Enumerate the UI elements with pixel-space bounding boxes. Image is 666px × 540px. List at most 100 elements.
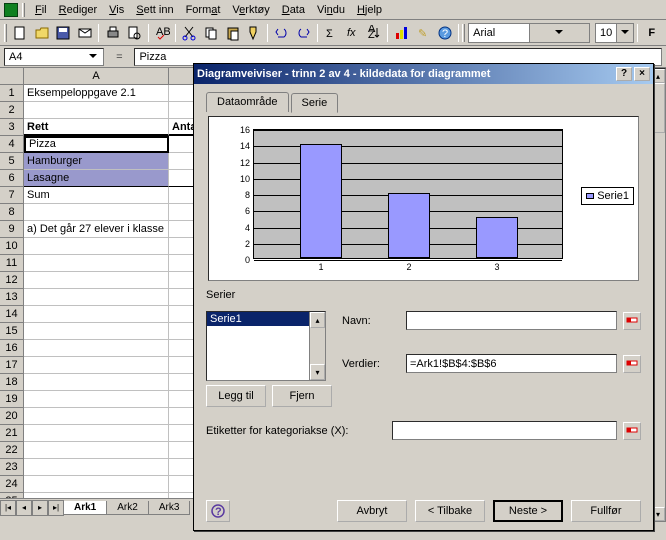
row-header[interactable]: 15 <box>0 323 24 340</box>
row-header[interactable]: 2 <box>0 102 24 119</box>
tab-last-button[interactable]: ▸| <box>48 500 64 516</box>
remove-series-button[interactable]: Fjern <box>272 385 332 407</box>
tab-next-button[interactable]: ▸ <box>32 500 48 516</box>
font-select[interactable]: Arial <box>468 23 590 43</box>
help-button[interactable]: ? <box>435 22 456 44</box>
finish-button[interactable]: Fullfør <box>571 500 641 522</box>
chart-wizard-button[interactable] <box>391 22 412 44</box>
sort-asc-button[interactable]: AZ <box>364 22 385 44</box>
row-header[interactable]: 13 <box>0 289 24 306</box>
autosum-button[interactable]: Σ <box>321 22 342 44</box>
close-button[interactable]: × <box>634 67 650 81</box>
cell[interactable] <box>24 323 169 340</box>
redo-button[interactable] <box>293 22 314 44</box>
font-size-select[interactable]: 10 <box>595 23 634 43</box>
next-button[interactable]: Neste > <box>493 500 563 522</box>
menu-window[interactable]: Vindu <box>311 2 351 18</box>
cell[interactable] <box>24 204 169 221</box>
cell[interactable] <box>24 476 169 493</box>
cell[interactable]: Pizza <box>24 136 169 153</box>
new-button[interactable] <box>10 22 31 44</box>
cell[interactable]: Sum <box>24 187 169 204</box>
tab-first-button[interactable]: |◂ <box>0 500 16 516</box>
sheet-tab-ark1[interactable]: Ark1 <box>63 501 107 515</box>
row-header[interactable]: 24 <box>0 476 24 493</box>
menu-format[interactable]: Format <box>180 2 227 18</box>
col-header-a[interactable]: A <box>24 68 169 84</box>
cell[interactable] <box>24 272 169 289</box>
row-header[interactable]: 21 <box>0 425 24 442</box>
cut-button[interactable] <box>179 22 200 44</box>
cell[interactable] <box>24 408 169 425</box>
cell[interactable]: a) Det går 27 elever i klasse <box>24 221 169 238</box>
row-header[interactable]: 3 <box>0 119 24 136</box>
help-titlebar-button[interactable]: ? <box>616 67 632 81</box>
row-header[interactable]: 11 <box>0 255 24 272</box>
sheet-tab-ark3[interactable]: Ark3 <box>148 501 191 515</box>
cell[interactable] <box>24 238 169 255</box>
tab-prev-button[interactable]: ◂ <box>16 500 32 516</box>
menu-data[interactable]: Data <box>276 2 311 18</box>
menu-help[interactable]: Hjelp <box>351 2 388 18</box>
cancel-button[interactable]: Avbryt <box>337 500 407 522</box>
save-button[interactable] <box>53 22 74 44</box>
menu-insert[interactable]: Sett inn <box>130 2 179 18</box>
cell[interactable] <box>24 306 169 323</box>
spellcheck-button[interactable]: ABC <box>152 22 173 44</box>
dialog-help-button[interactable]: ? <box>206 500 230 522</box>
row-header[interactable]: 7 <box>0 187 24 204</box>
cell[interactable]: Hamburger <box>24 153 169 170</box>
collapse-dialog-icon[interactable] <box>623 422 641 440</box>
cell[interactable]: Lasagne <box>24 170 169 187</box>
collapse-dialog-icon[interactable] <box>623 355 641 373</box>
paste-button[interactable] <box>222 22 243 44</box>
row-header[interactable]: 10 <box>0 238 24 255</box>
row-header[interactable]: 12 <box>0 272 24 289</box>
cell[interactable] <box>24 374 169 391</box>
cell[interactable]: Rett <box>24 119 169 136</box>
cell[interactable] <box>24 425 169 442</box>
tab-series[interactable]: Serie <box>291 93 339 113</box>
print-button[interactable] <box>102 22 123 44</box>
series-values-input[interactable]: =Ark1!$B$4:$B$6 <box>406 354 617 373</box>
bold-button[interactable]: F <box>641 22 662 44</box>
row-header[interactable]: 5 <box>0 153 24 170</box>
row-header[interactable]: 9 <box>0 221 24 238</box>
row-header[interactable]: 6 <box>0 170 24 187</box>
cell[interactable] <box>24 357 169 374</box>
cell[interactable] <box>24 255 169 272</box>
menu-edit[interactable]: Rediger <box>53 2 104 18</box>
row-header[interactable]: 19 <box>0 391 24 408</box>
series-name-input[interactable] <box>406 311 617 330</box>
category-axis-input[interactable] <box>392 421 617 440</box>
row-header[interactable]: 14 <box>0 306 24 323</box>
mail-button[interactable] <box>75 22 96 44</box>
sheet-tab-ark2[interactable]: Ark2 <box>106 501 149 515</box>
name-box[interactable]: A4 <box>4 48 104 66</box>
row-header[interactable]: 18 <box>0 374 24 391</box>
cell[interactable] <box>24 289 169 306</box>
cell[interactable] <box>24 102 169 119</box>
row-header[interactable]: 23 <box>0 459 24 476</box>
back-button[interactable]: < Tilbake <box>415 500 485 522</box>
cell[interactable]: Eksempeloppgave 2.1 <box>24 85 169 102</box>
drawing-button[interactable]: ✎ <box>413 22 434 44</box>
row-header[interactable]: 17 <box>0 357 24 374</box>
row-header[interactable]: 20 <box>0 408 24 425</box>
row-header[interactable]: 1 <box>0 85 24 102</box>
row-header[interactable]: 16 <box>0 340 24 357</box>
undo-button[interactable] <box>271 22 292 44</box>
cell[interactable] <box>24 442 169 459</box>
print-preview-button[interactable] <box>124 22 145 44</box>
format-painter-button[interactable] <box>244 22 265 44</box>
copy-button[interactable] <box>201 22 222 44</box>
tab-data-range[interactable]: Dataområde <box>206 92 289 112</box>
dialog-titlebar[interactable]: Diagramveiviser - trinn 2 av 4 - kildeda… <box>194 64 653 84</box>
menu-tools[interactable]: Verktøy <box>226 2 275 18</box>
cell[interactable] <box>24 340 169 357</box>
add-series-button[interactable]: Legg til <box>206 385 266 407</box>
open-button[interactable] <box>32 22 53 44</box>
row-header[interactable]: 8 <box>0 204 24 221</box>
collapse-dialog-icon[interactable] <box>623 312 641 330</box>
select-all-corner[interactable] <box>0 68 24 84</box>
